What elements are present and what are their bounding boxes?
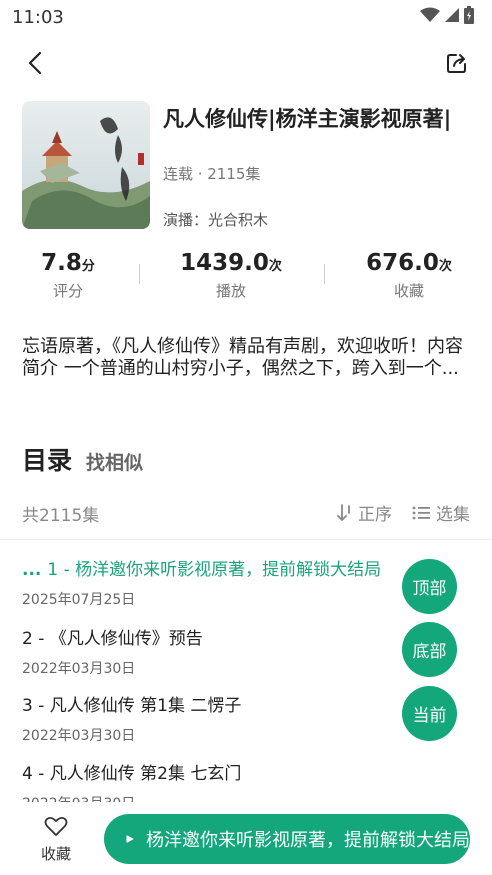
stat-rating-label: 评分 xyxy=(52,282,83,300)
cover-art xyxy=(22,101,150,229)
status-icons xyxy=(420,6,474,24)
back-button[interactable] xyxy=(20,48,50,78)
stat-favorites: 676.0次 收藏 xyxy=(334,250,484,301)
stat-plays-unit: 次 xyxy=(268,259,282,274)
episode-item-1[interactable]: ... 1 - 杨洋邀你来听影视原著，提前解锁大结局 2025年07月25日 xyxy=(22,555,422,609)
episode-date: 2022年03月30日 xyxy=(22,793,422,802)
toc-title[interactable]: 目录 xyxy=(22,441,72,477)
toc-header: 目录 找相似 xyxy=(22,441,143,477)
sort-label: 正序 xyxy=(358,505,392,525)
book-meta: 连载 · 2115集 xyxy=(163,165,261,183)
stat-divider xyxy=(139,264,140,284)
stat-plays: 1439.0次 播放 xyxy=(156,250,306,301)
scroll-bottom-button[interactable]: 底部 xyxy=(402,622,457,677)
sort-icon xyxy=(337,503,350,521)
episode-title: 2 - 《凡人修仙传》预告 xyxy=(22,629,203,649)
select-label: 选集 xyxy=(436,505,470,525)
chevron-left-icon xyxy=(28,51,42,75)
bottom-bar: 收藏 杨洋邀你来听影视原著，提前解锁大结局 xyxy=(0,803,492,875)
episode-item-3[interactable]: 3 - 凡人修仙传 第1集 二愣子 2022年03月30日 xyxy=(22,691,422,745)
episode-count: 共2115集 xyxy=(22,506,100,526)
share-button[interactable] xyxy=(442,48,472,78)
episode-date: 2022年03月30日 xyxy=(22,661,136,677)
sort-button[interactable]: 正序 xyxy=(336,500,392,525)
find-similar-tab[interactable]: 找相似 xyxy=(86,448,143,475)
play-icon xyxy=(126,835,134,843)
signal-icon xyxy=(445,8,459,22)
share-icon xyxy=(447,54,466,73)
episode-item-2[interactable]: 2 - 《凡人修仙传》预告 2022年03月30日 xyxy=(22,624,422,678)
stat-rating: 7.8分 评分 xyxy=(0,250,143,301)
stat-plays-value: 1439.0 xyxy=(180,250,269,276)
stat-favorites-label: 收藏 xyxy=(393,282,424,300)
book-description[interactable]: 忘语原著，《凡人修仙传》精品有声剧，欢迎收听！内容简介 一个普通的山村穷小子，偶… xyxy=(22,336,472,380)
episode-date: 2025年07月25日 xyxy=(22,592,136,608)
play-button[interactable]: 杨洋邀你来听影视原著，提前解锁大结局 xyxy=(104,814,470,864)
stat-rating-value: 7.8 xyxy=(41,250,82,276)
top-nav xyxy=(0,40,492,84)
play-button-text: 杨洋邀你来听影视原著，提前解锁大结局 xyxy=(146,830,470,851)
favorite-button[interactable]: 收藏 xyxy=(34,815,78,864)
stat-plays-label: 播放 xyxy=(215,282,246,300)
playing-indicator-icon: ... xyxy=(22,560,42,580)
wifi-icon xyxy=(420,7,440,22)
scroll-top-button[interactable]: 顶部 xyxy=(402,559,457,614)
book-cover xyxy=(22,101,150,229)
battery-icon xyxy=(464,6,474,24)
scroll-current-button[interactable]: 当前 xyxy=(402,686,457,741)
list-icon xyxy=(412,506,430,519)
episode-title: 3 - 凡人修仙传 第1集 二愣子 xyxy=(22,696,242,716)
episode-title: 4 - 凡人修仙传 第2集 七玄门 xyxy=(22,764,242,784)
stat-favorites-value: 676.0 xyxy=(366,250,439,276)
episode-date: 2022年03月30日 xyxy=(22,728,136,744)
episode-item-4[interactable]: 4 - 凡人修仙传 第2集 七玄门 2022年03月30日 xyxy=(22,759,422,802)
favorite-label: 收藏 xyxy=(40,845,71,863)
stat-divider xyxy=(324,264,325,284)
episode-count-row: 共2115集 正序 选集 xyxy=(22,500,470,526)
episode-title-text: 1 - 杨洋邀你来听影视原著，提前解锁大结局 xyxy=(47,560,382,580)
divider xyxy=(0,539,492,540)
status-time: 11:03 xyxy=(12,7,64,28)
status-bar: 11:03 xyxy=(0,0,492,34)
stat-rating-unit: 分 xyxy=(81,259,95,274)
select-episodes-button[interactable]: 选集 xyxy=(412,500,470,525)
stats-row: 7.8分 评分 1439.0次 播放 676.0次 收藏 xyxy=(0,250,492,306)
book-cast: 演播：光合积木 xyxy=(163,211,269,229)
stat-favorites-unit: 次 xyxy=(438,259,452,274)
heart-icon xyxy=(44,816,68,836)
episode-title: ... 1 - 杨洋邀你来听影视原著，提前解锁大结局 xyxy=(22,555,422,580)
book-title: 凡人修仙传|杨洋主演影视原著| xyxy=(163,107,452,131)
